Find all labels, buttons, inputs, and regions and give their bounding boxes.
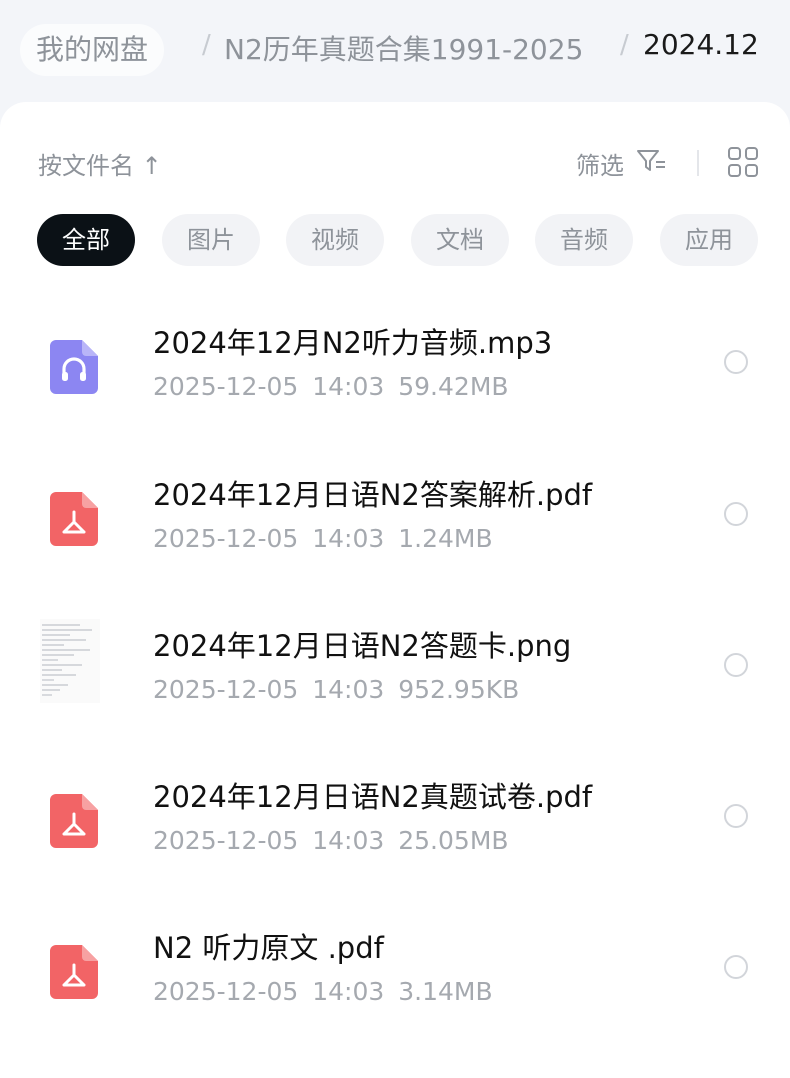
select-checkbox[interactable]: [724, 804, 748, 828]
file-size: 25.05MB: [398, 826, 509, 855]
chip-audio[interactable]: 音频: [535, 214, 633, 266]
select-checkbox[interactable]: [724, 350, 748, 374]
toolbar-divider: [697, 150, 699, 176]
chip-images[interactable]: 图片: [162, 214, 260, 266]
chip-apps[interactable]: 应用: [660, 214, 758, 266]
file-size: 1.24MB: [398, 524, 493, 553]
breadcrumb-root[interactable]: 我的网盘: [20, 24, 165, 76]
select-checkbox[interactable]: [724, 955, 748, 979]
file-meta: 2025-12-05 14:03 1.24MB: [153, 524, 493, 553]
file-row[interactable]: 2024年12月日语N2真题试卷.pdf 2025-12-05 14:03 25…: [0, 756, 790, 906]
file-time: 14:03: [312, 977, 385, 1006]
filter-button[interactable]: 筛选: [576, 146, 624, 181]
file-name: N2 听力原文 .pdf: [153, 931, 384, 965]
sort-by-name-button[interactable]: 按文件名 ↑: [38, 146, 162, 181]
file-meta: 2025-12-05 14:03 3.14MB: [153, 977, 493, 1006]
file-time: 14:03: [312, 826, 385, 855]
chip-documents[interactable]: 文档: [411, 214, 509, 266]
grid-view-icon[interactable]: [727, 146, 759, 178]
pdf-file-icon: [50, 794, 98, 848]
file-time: 14:03: [312, 372, 385, 401]
file-row[interactable]: 2024年12月日语N2答案解析.pdf 2025-12-05 14:03 1.…: [0, 454, 790, 604]
file-row[interactable]: N2 听力原文 .pdf 2025-12-05 14:03 3.14MB: [0, 907, 790, 1057]
file-date: 2025-12-05: [153, 977, 299, 1006]
file-size: 952.95KB: [398, 675, 520, 704]
filter-icon[interactable]: [636, 148, 668, 174]
category-filter-chips: 全部 图片 视频 文档 音频 应用: [0, 214, 790, 270]
chip-videos[interactable]: 视频: [286, 214, 384, 266]
file-date: 2025-12-05: [153, 524, 299, 553]
pdf-file-icon: [50, 492, 98, 546]
file-meta: 2025-12-05 14:03 59.42MB: [153, 372, 509, 401]
file-list-panel: 按文件名 ↑ 筛选 全部 图片 视频 文档 音频 应用 2024年12月N2听力…: [0, 102, 790, 1078]
breadcrumb-folder[interactable]: N2历年真题合集1991-2025: [224, 28, 583, 68]
file-row[interactable]: 2024年12月N2听力音频.mp3 2025-12-05 14:03 59.4…: [0, 302, 790, 452]
file-date: 2025-12-05: [153, 826, 299, 855]
file-name: 2024年12月日语N2真题试卷.pdf: [153, 780, 593, 814]
file-name: 2024年12月日语N2答题卡.png: [153, 629, 572, 663]
file-meta: 2025-12-05 14:03 952.95KB: [153, 675, 519, 704]
file-name: 2024年12月N2听力音频.mp3: [153, 326, 553, 360]
file-meta: 2025-12-05 14:03 25.05MB: [153, 826, 509, 855]
file-date: 2025-12-05: [153, 675, 299, 704]
pdf-file-icon: [50, 945, 98, 999]
file-name: 2024年12月日语N2答案解析.pdf: [153, 478, 593, 512]
file-size: 59.42MB: [398, 372, 509, 401]
select-checkbox[interactable]: [724, 653, 748, 677]
audio-file-icon: [50, 340, 98, 394]
file-row[interactable]: 2024年12月日语N2答题卡.png 2025-12-05 14:03 952…: [0, 605, 790, 755]
file-date: 2025-12-05: [153, 372, 299, 401]
breadcrumb-separator: /: [620, 30, 629, 60]
image-thumbnail-icon: [40, 619, 100, 703]
chip-all[interactable]: 全部: [37, 214, 135, 266]
breadcrumb-separator: /: [202, 30, 211, 60]
breadcrumb: 我的网盘 / N2历年真题合集1991-2025 / 2024.12: [0, 0, 790, 100]
file-time: 14:03: [312, 524, 385, 553]
breadcrumb-current: 2024.12: [643, 28, 759, 61]
file-size: 3.14MB: [398, 977, 493, 1006]
file-time: 14:03: [312, 675, 385, 704]
select-checkbox[interactable]: [724, 502, 748, 526]
